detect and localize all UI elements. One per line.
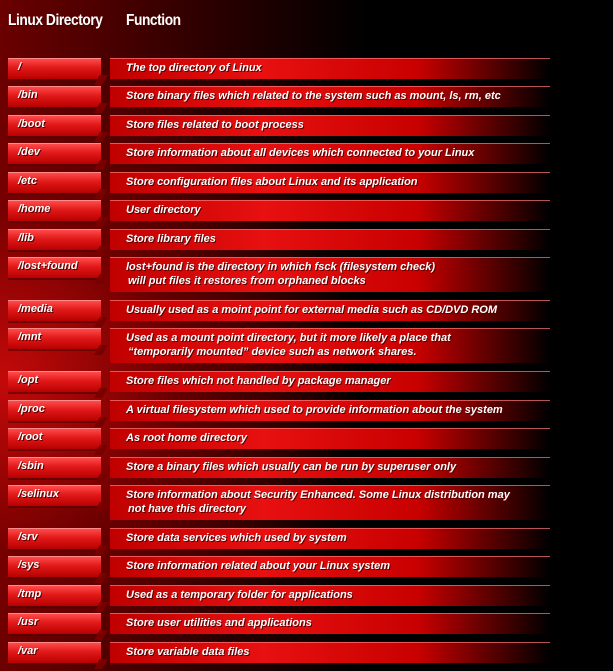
function-text: Store data services which used by system: [126, 532, 347, 544]
directory-name: /tmp: [18, 588, 42, 600]
function-text: Store configuration files about Linux an…: [126, 176, 418, 188]
function-text: Store library files: [126, 233, 216, 245]
function-text-line-1: Store information about Security Enhance…: [126, 489, 510, 501]
directory-cell: [8, 58, 101, 79]
directory-table: / The top directory of Linux /bin Store …: [0, 0, 613, 671]
directory-name: /: [18, 61, 22, 73]
directory-name: /etc: [18, 175, 37, 187]
function-text-line-1: Used as a mount point directory, but it …: [126, 332, 451, 344]
directory-name: /sys: [18, 559, 40, 571]
function-text: Store binary files which related to the …: [126, 90, 501, 102]
function-text: Store a binary files which usually can b…: [126, 461, 457, 473]
directory-name: /opt: [18, 374, 39, 386]
directory-name: /lost+found: [18, 260, 78, 272]
directory-name: /lib: [18, 232, 34, 244]
function-text-line-2: “temporarily mounted” device such as net…: [128, 346, 417, 358]
function-text: Store user utilities and applications: [126, 617, 312, 629]
function-text: Store information about all devices whic…: [126, 147, 475, 159]
function-text: Store information related about your Lin…: [126, 560, 391, 572]
directory-name: /bin: [18, 89, 38, 101]
directory-name: /home: [18, 203, 51, 215]
function-text: Usually used as a moint point for extern…: [126, 304, 498, 316]
function-text-line-1: lost+found is the directory in which fsc…: [126, 261, 435, 273]
function-text: Store files related to boot process: [126, 119, 304, 131]
directory-name: /sbin: [18, 460, 44, 472]
directory-name: /var: [18, 645, 38, 657]
directory-name: /media: [18, 303, 53, 315]
directory-name: /boot: [18, 118, 45, 130]
function-text: Used as a mount point directory, but it …: [126, 331, 451, 359]
function-text: Used as a temporary folder for applicati…: [126, 589, 353, 601]
function-text-line-2: will put files it restores from orphaned…: [128, 275, 366, 287]
function-text: A virtual filesystem which used to provi…: [126, 404, 503, 416]
directory-name: /srv: [18, 531, 38, 543]
function-text: Store variable data files: [126, 646, 250, 658]
function-text: lost+found is the directory in which fsc…: [126, 260, 435, 288]
directory-name: /mnt: [18, 331, 42, 343]
directory-name: /usr: [18, 616, 39, 628]
directory-name: /dev: [18, 146, 41, 158]
function-text: Store information about Security Enhance…: [126, 488, 510, 516]
function-text: User directory: [126, 204, 201, 216]
function-text: Store files which not handled by package…: [126, 375, 391, 387]
directory-name: /root: [18, 431, 43, 443]
function-text-line-2: not have this directory: [128, 503, 246, 515]
function-text: As root home directory: [126, 432, 248, 444]
function-text: The top directory of Linux: [126, 62, 262, 74]
directory-name: /proc: [18, 403, 45, 415]
directory-name: /selinux: [18, 488, 59, 500]
